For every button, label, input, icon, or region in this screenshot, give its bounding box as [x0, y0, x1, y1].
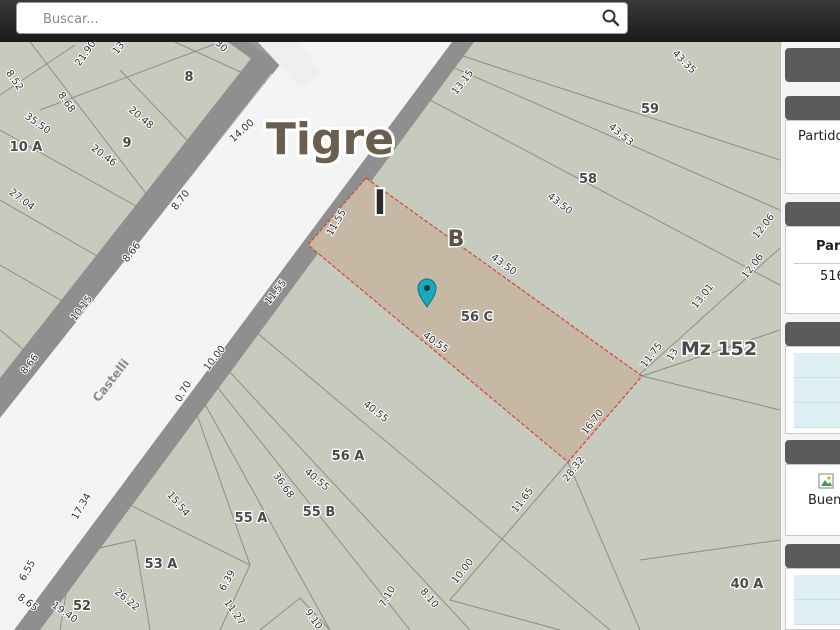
panel-box-table-2 — [785, 568, 840, 630]
partida-value: 516 — [820, 269, 840, 284]
map-canvas[interactable]: Tigre I B Mz 152 Castelli 8 9 10 A 59 58… — [0, 42, 780, 630]
lot-label: 55 B — [303, 505, 336, 520]
search-icon[interactable] — [601, 8, 621, 28]
data-table — [794, 575, 840, 625]
search-box[interactable] — [16, 2, 628, 34]
side-panel: Partido Part 516 Buen — [780, 42, 840, 630]
lot-label: 40 A — [731, 577, 764, 592]
label-letter-i: I — [374, 183, 387, 223]
data-table — [794, 353, 840, 428]
panel-box-image[interactable]: Buen — [785, 464, 840, 536]
block-label: Mz 152 — [681, 338, 757, 360]
lot-label: 10 A — [10, 140, 43, 155]
image-icon[interactable] — [818, 473, 834, 489]
top-bar — [0, 0, 840, 42]
lot-label: 9 — [122, 136, 131, 151]
lot-label: 56 A — [332, 449, 365, 464]
table-row — [794, 403, 840, 428]
image-caption: Buen — [808, 493, 840, 508]
lot-label: 52 — [73, 599, 91, 614]
panel-box-partida: Part 516 — [785, 226, 840, 314]
panel-section-header — [785, 440, 840, 464]
partida-header: Part — [816, 239, 840, 254]
street-label-tigre: Tigre — [266, 114, 394, 165]
panel-section-header — [785, 96, 840, 120]
lot-label: 56 C — [461, 310, 493, 325]
label-letter-b: B — [448, 227, 465, 252]
table-row — [794, 378, 840, 403]
partido-label: Partido — [798, 129, 840, 144]
panel-section-header — [785, 544, 840, 568]
map-view[interactable]: Tigre I B Mz 152 Castelli 8 9 10 A 59 58… — [0, 42, 780, 630]
panel-box-table — [785, 346, 840, 434]
panel-box-partido: Partido — [785, 120, 840, 194]
table-row — [794, 600, 840, 625]
lot-label: 55 A — [235, 511, 268, 526]
lot-label: 8 — [184, 70, 193, 85]
panel-header-bar — [785, 48, 840, 82]
table-row — [794, 353, 840, 378]
divider — [794, 263, 840, 264]
lot-label: 59 — [641, 102, 659, 117]
panel-section-header — [785, 202, 840, 226]
panel-section-header — [785, 322, 840, 346]
search-input[interactable] — [41, 8, 605, 30]
lot-label: 58 — [579, 172, 597, 187]
lot-label: 53 A — [145, 557, 178, 572]
table-row — [794, 575, 840, 600]
